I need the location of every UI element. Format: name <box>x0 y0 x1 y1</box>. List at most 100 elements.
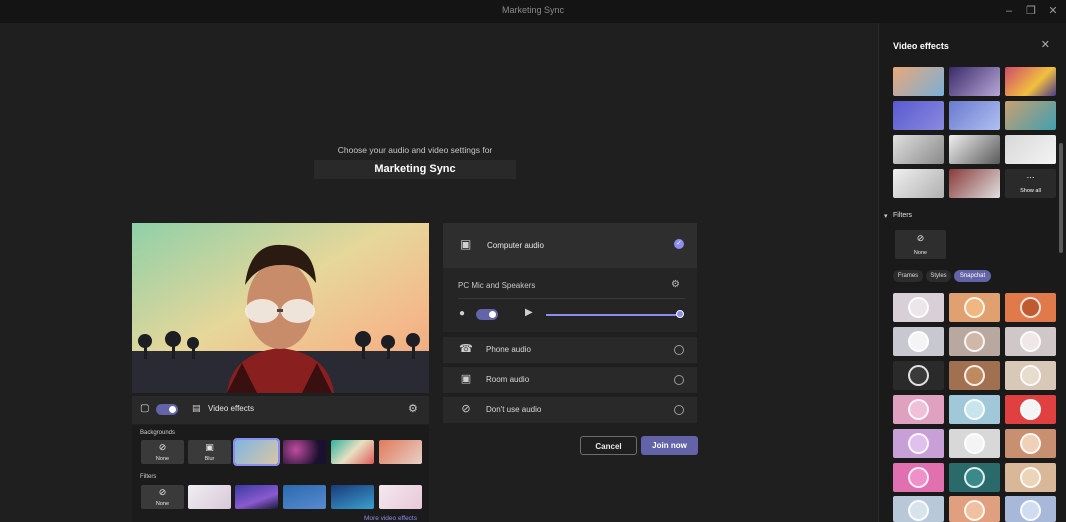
background-option[interactable] <box>1005 101 1056 130</box>
no-audio-icon: ⊘ <box>461 403 471 415</box>
close-window-icon[interactable]: ✕ <box>1046 4 1060 18</box>
lens-face <box>908 297 929 318</box>
background-option[interactable] <box>949 135 1000 164</box>
blur-icon: ▣ <box>205 442 214 452</box>
lens-face <box>1020 399 1041 420</box>
lens-option[interactable] <box>949 327 1000 356</box>
lens-option[interactable] <box>949 496 1000 522</box>
video-preview <box>132 223 429 393</box>
lens-face <box>908 467 929 488</box>
join-now-button[interactable]: Join now <box>641 436 698 455</box>
none-icon: ⊘ <box>916 233 925 243</box>
lens-option[interactable] <box>893 293 944 322</box>
phone-audio-label: Phone audio <box>486 345 531 354</box>
lens-face <box>964 500 985 521</box>
background-tile[interactable] <box>331 440 374 464</box>
room-icon: ▣ <box>460 373 472 385</box>
chip-styles[interactable]: Styles <box>926 270 951 282</box>
lens-face <box>1020 433 1041 454</box>
no-audio-label: Don't use audio <box>486 405 542 414</box>
phone-audio-radio[interactable] <box>674 345 684 355</box>
room-audio-radio[interactable] <box>674 375 684 385</box>
background-option[interactable] <box>1005 135 1056 164</box>
filters-collapse-icon[interactable]: ▾ <box>884 212 888 220</box>
filter-tile[interactable] <box>331 485 374 509</box>
background-tile-selected[interactable] <box>233 438 280 466</box>
cancel-button[interactable]: Cancel <box>580 436 637 455</box>
background-option[interactable] <box>1005 67 1056 96</box>
mic-toggle[interactable] <box>476 309 498 320</box>
device-label: PC Mic and Speakers <box>458 281 536 290</box>
room-audio-option[interactable]: ▣ Room audio <box>443 367 697 393</box>
lens-option[interactable] <box>893 429 944 458</box>
settings-gear-icon[interactable]: ⚙ <box>408 402 418 415</box>
computer-audio-label: Computer audio <box>487 241 544 250</box>
lens-face <box>908 500 929 521</box>
volume-slider-thumb[interactable] <box>676 310 684 318</box>
camera-toggle[interactable] <box>156 404 178 415</box>
lens-face <box>964 467 985 488</box>
device-settings-icon[interactable]: ⚙ <box>671 279 680 290</box>
background-option[interactable] <box>893 101 944 130</box>
monitor-icon: ▣ <box>460 237 472 251</box>
phone-audio-option[interactable]: ☎ Phone audio <box>443 337 697 363</box>
lens-option[interactable] <box>1005 293 1056 322</box>
filter-none-label: None <box>155 501 170 507</box>
more-video-effects-link[interactable]: More video effects <box>364 515 417 522</box>
camera-icon: ▢ <box>140 403 150 414</box>
filter-none[interactable]: ⊘ None <box>141 485 184 509</box>
restore-icon[interactable]: ❐ <box>1024 4 1038 18</box>
close-panel-icon[interactable]: ✕ <box>1041 38 1050 51</box>
computer-audio-option[interactable]: ▣ Computer audio ✓ <box>443 223 697 268</box>
background-option[interactable] <box>949 101 1000 130</box>
lens-option[interactable] <box>1005 395 1056 424</box>
lens-face <box>964 365 985 386</box>
no-audio-radio[interactable] <box>674 405 684 415</box>
lens-option[interactable] <box>949 429 1000 458</box>
show-all-label: Show all <box>1020 188 1041 194</box>
lens-option[interactable] <box>949 395 1000 424</box>
no-audio-option[interactable]: ⊘ Don't use audio <box>443 397 697 423</box>
filter-none-option[interactable]: ⊘ None <box>895 230 946 259</box>
background-none[interactable]: ⊘ None <box>141 440 184 464</box>
background-option[interactable] <box>949 169 1000 198</box>
panel-title: Video effects <box>893 41 949 51</box>
background-option[interactable] <box>949 67 1000 96</box>
panel-scrollbar[interactable] <box>1059 143 1063 253</box>
backgrounds-label: Backgrounds <box>140 430 176 436</box>
microphone-icon: ● <box>459 308 466 319</box>
lens-option[interactable] <box>893 395 944 424</box>
lens-option[interactable] <box>1005 361 1056 390</box>
video-effects-label[interactable]: Video effects <box>208 404 254 413</box>
volume-slider-track[interactable] <box>546 314 680 316</box>
filters-section-label: Filters <box>893 212 913 219</box>
none-icon: ⊘ <box>158 487 167 497</box>
lens-option[interactable] <box>949 463 1000 492</box>
chip-frames[interactable]: Frames <box>893 270 923 282</box>
filter-tile[interactable] <box>283 485 326 509</box>
filter-tile[interactable] <box>188 485 231 509</box>
lens-option[interactable] <box>1005 429 1056 458</box>
lens-option[interactable] <box>893 496 944 522</box>
show-all-button[interactable]: ⋯ Show all <box>1005 169 1056 198</box>
background-blur[interactable]: ▣ Blur <box>188 440 231 464</box>
filter-tile[interactable] <box>235 485 278 509</box>
lens-option[interactable] <box>893 463 944 492</box>
background-option[interactable] <box>893 135 944 164</box>
background-tile[interactable] <box>283 440 326 464</box>
speaker-icon: ▶ <box>525 307 533 318</box>
lens-option[interactable] <box>1005 496 1056 522</box>
lens-option[interactable] <box>949 293 1000 322</box>
background-option[interactable] <box>893 67 944 96</box>
background-tile[interactable] <box>379 440 422 464</box>
lens-option[interactable] <box>893 361 944 390</box>
lens-option[interactable] <box>1005 463 1056 492</box>
filter-tile[interactable] <box>379 485 422 509</box>
chip-snapchat[interactable]: Snapchat <box>954 270 991 282</box>
lens-option[interactable] <box>893 327 944 356</box>
minimize-icon[interactable]: – <box>1002 4 1016 18</box>
lens-option[interactable] <box>1005 327 1056 356</box>
title-bar: Marketing Sync – ❐ ✕ <box>0 0 1066 23</box>
lens-option[interactable] <box>949 361 1000 390</box>
background-option[interactable] <box>893 169 944 198</box>
